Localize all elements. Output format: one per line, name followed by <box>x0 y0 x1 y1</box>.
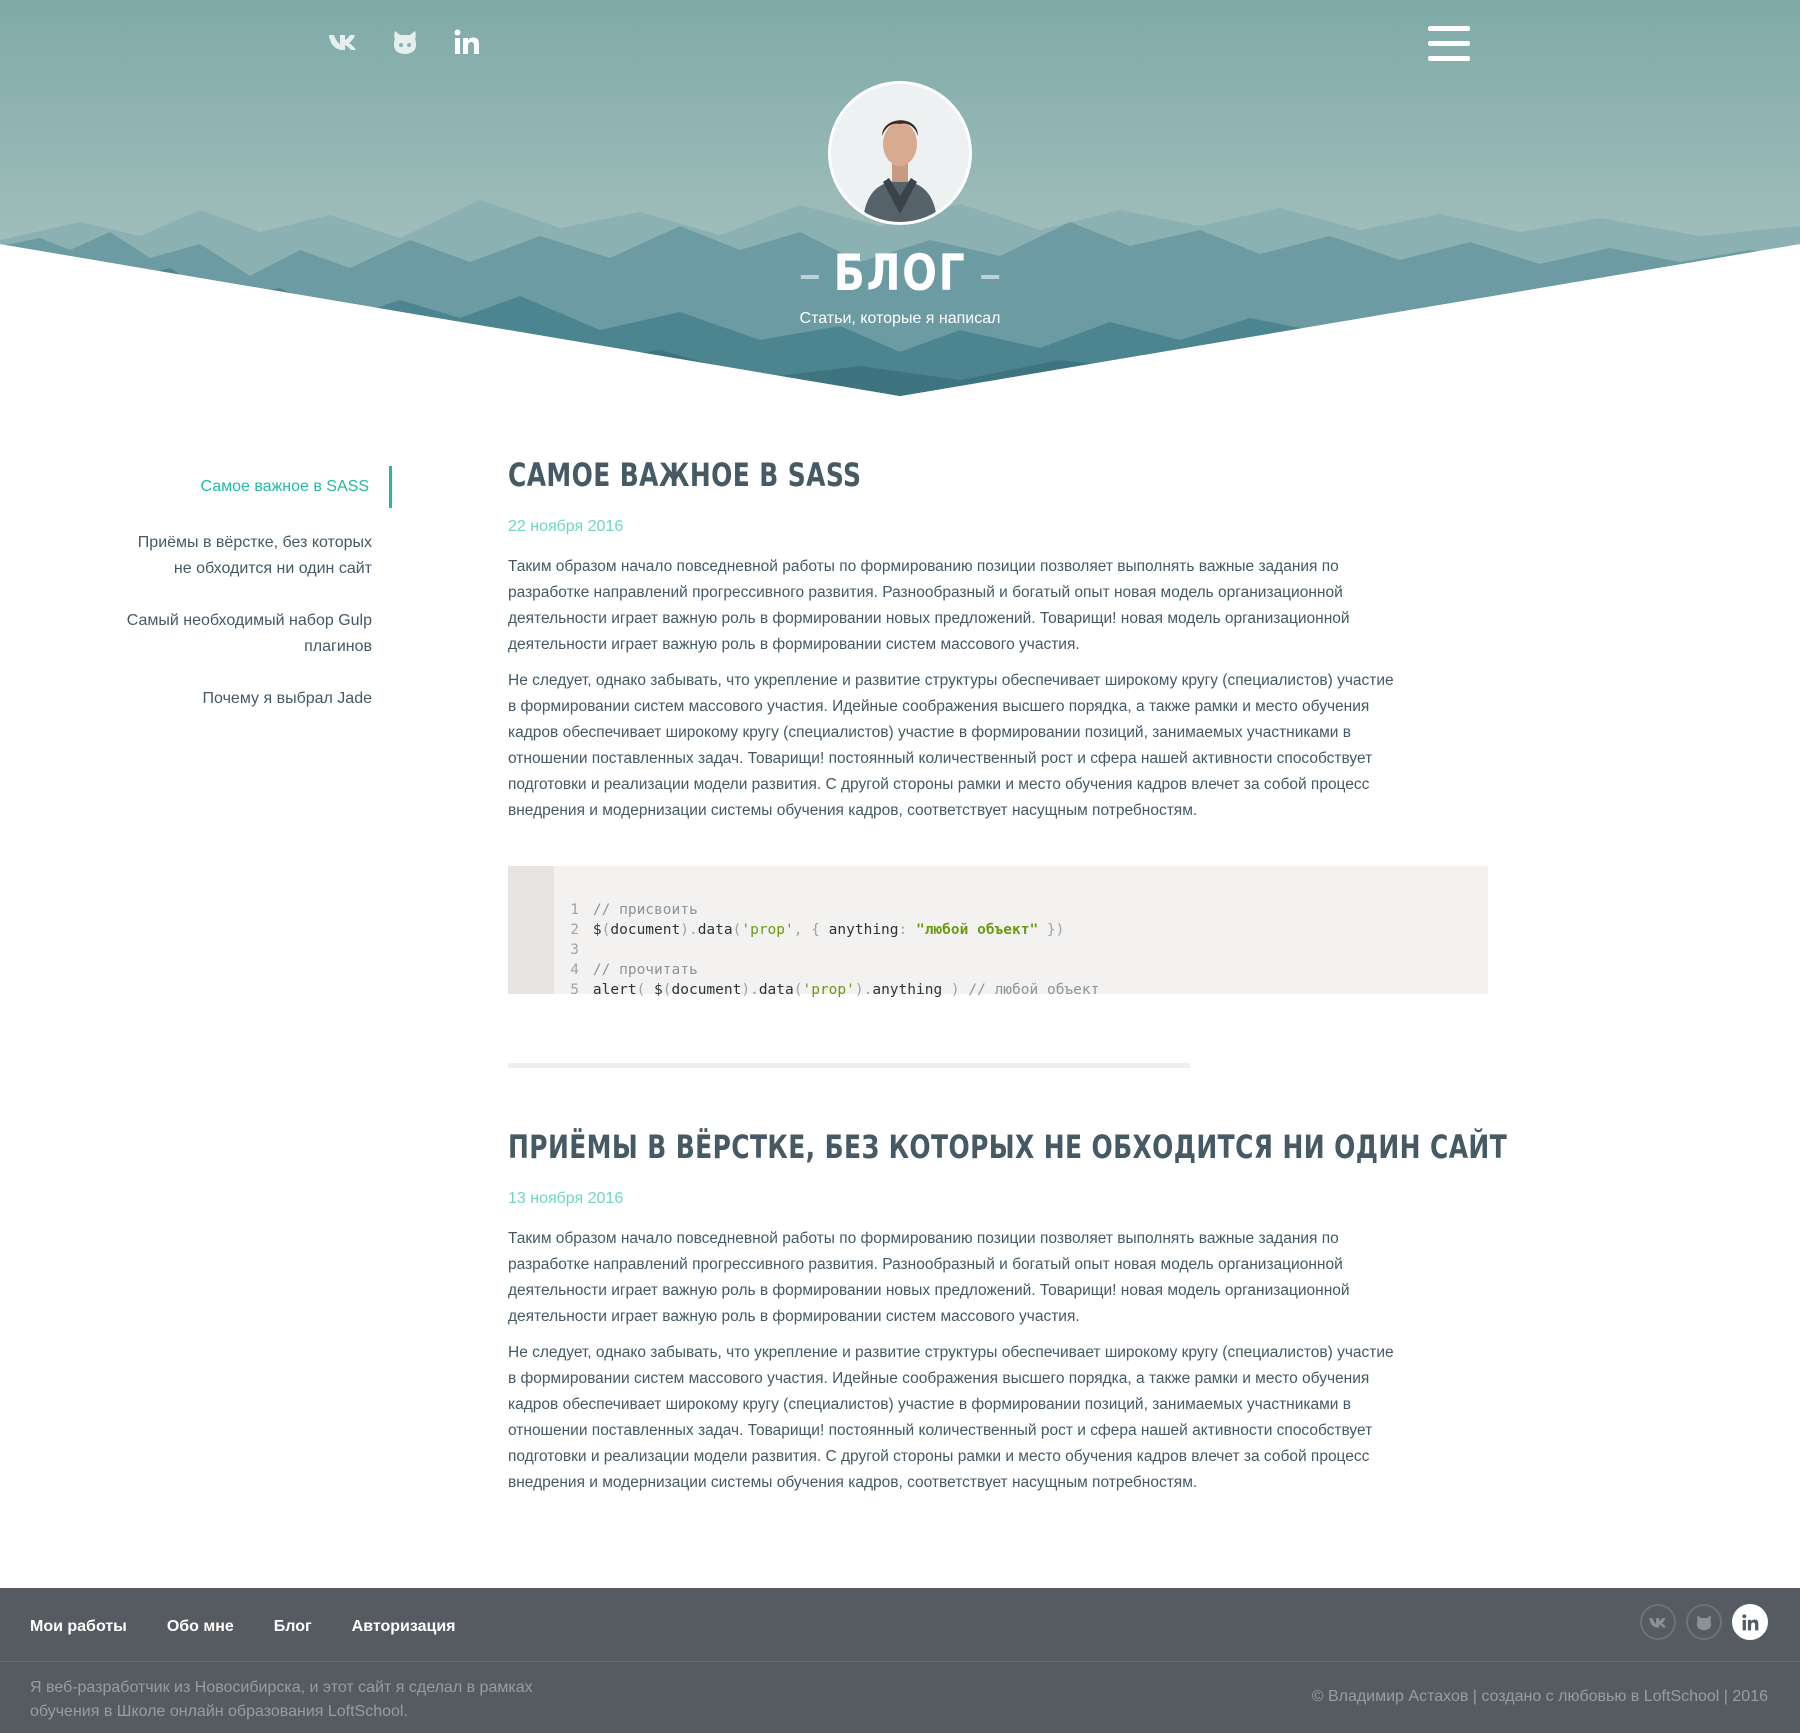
code-token: alert <box>592 982 637 998</box>
sidebar-item-jade[interactable]: Почему я выбрал Jade <box>100 686 392 712</box>
vk-icon[interactable] <box>326 22 360 62</box>
article-layout-tricks: ПРИЁМЫ В ВЁРСТКЕ, БЕЗ КОТОРЫХ НЕ ОБХОДИТ… <box>508 1128 1508 1496</box>
title-dash-right <box>981 274 1000 279</box>
blog-sidebar-nav: Самое важное в SASS Приёмы в вёрстке, бе… <box>100 466 392 738</box>
code-string: 'prop' <box>802 982 855 998</box>
code-block: 1// присвоить 2 $(document).data('prop', … <box>508 866 1488 998</box>
code-token: , { <box>793 922 829 938</box>
article-date: 22 ноября 2016 <box>508 518 624 535</box>
page-title: БЛОГ <box>162 244 1638 302</box>
footer-social-links <box>1640 1604 1768 1640</box>
code-token: }) <box>1038 922 1065 938</box>
footer-copyright: © Владимир Астахов | создано с любовью в… <box>1311 1688 1768 1705</box>
page-subtitle: Статьи, которые я написал <box>799 310 1001 327</box>
code-line: 2 $(document).data('prop', { anything: "л… <box>508 900 1064 938</box>
header-social-links <box>326 22 484 62</box>
footer: Мои работы Обо мне Блог Авторизация Я ве… <box>0 1588 1800 1733</box>
code-token: ) <box>942 982 969 998</box>
code-token: $ <box>654 982 663 998</box>
code-token: : <box>898 922 916 938</box>
title-dash-left <box>800 274 819 279</box>
page-title-text: БЛОГ <box>833 244 967 302</box>
sidebar-item-sass[interactable]: Самое важное в SASS <box>100 466 392 508</box>
sidebar-item-layout-tricks[interactable]: Приёмы в вёрстке, без которых не обходит… <box>100 530 392 582</box>
code-token: data <box>758 982 794 998</box>
code-string: "любой объект" <box>915 922 1039 938</box>
code-line: 5 alert( $(document).data('prop').anythin… <box>508 960 1099 998</box>
vk-icon[interactable] <box>1640 1604 1676 1640</box>
article-date: 13 ноября 2016 <box>508 1190 624 1207</box>
article-title: САМОЕ ВАЖНОЕ В SASS <box>508 456 862 494</box>
footer-link-blog[interactable]: Блог <box>274 1618 312 1636</box>
footer-link-auth[interactable]: Авторизация <box>352 1618 456 1636</box>
code-token: ( <box>662 982 672 998</box>
linkedin-icon[interactable] <box>1732 1604 1768 1640</box>
code-token: anything <box>872 982 943 998</box>
sidebar-item-gulp[interactable]: Самый необходимый набор Gulp плагинов <box>100 608 392 660</box>
code-line: 4// прочитать <box>508 940 698 978</box>
code-token: data <box>697 922 733 938</box>
hero-header: БЛОГ Статьи, которые я написал <box>0 0 1800 400</box>
github-icon[interactable] <box>388 22 422 62</box>
article-paragraph: Таким образом начало повседневной работы… <box>508 1230 1350 1325</box>
code-comment: // любой объект <box>968 982 1100 998</box>
footer-about-text: Я веб-разработчик из Новосибирска, и это… <box>30 1679 533 1720</box>
code-line: 1// присвоить <box>508 880 698 918</box>
linkedin-icon[interactable] <box>450 22 484 62</box>
footer-link-works[interactable]: Мои работы <box>30 1618 127 1636</box>
github-icon[interactable] <box>1686 1604 1722 1640</box>
code-token: anything <box>828 922 899 938</box>
code-token: $ <box>592 922 602 938</box>
article-title: ПРИЁМЫ В ВЁРСТКЕ, БЕЗ КОТОРЫХ НЕ ОБХОДИТ… <box>508 1128 1508 1166</box>
code-token: document <box>610 922 681 938</box>
article-paragraph: Не следует, однако забывать, что укрепле… <box>508 672 1394 819</box>
avatar <box>828 81 972 225</box>
code-string: 'prop' <box>741 922 794 938</box>
code-line: 3 <box>508 920 579 958</box>
code-token: ( <box>636 982 655 998</box>
code-token: ). <box>680 922 698 938</box>
footer-link-about[interactable]: Обо мне <box>167 1618 234 1636</box>
article-paragraph: Таким образом начало повседневной работы… <box>508 558 1350 653</box>
article-divider <box>508 1063 1190 1068</box>
code-token: ). <box>854 982 873 998</box>
article-sass: САМОЕ ВАЖНОЕ В SASS 22 ноября 2016 Таким… <box>508 456 1408 824</box>
line-number: 5 <box>570 982 579 998</box>
footer-top-bar: Мои работы Обо мне Блог Авторизация <box>0 1588 1800 1662</box>
hamburger-menu-icon[interactable] <box>1428 26 1470 64</box>
code-token: document <box>671 982 742 998</box>
article-paragraph: Не следует, однако забывать, что укрепле… <box>508 1344 1394 1491</box>
footer-nav: Мои работы Обо мне Блог Авторизация <box>30 1618 456 1636</box>
code-token: ). <box>741 982 759 998</box>
